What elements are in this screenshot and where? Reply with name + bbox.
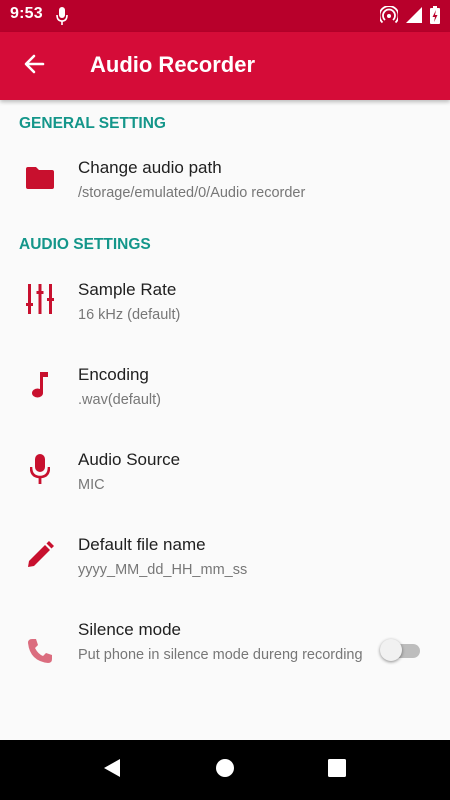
pref-title: Sample Rate xyxy=(78,280,177,299)
pref-title: Silence mode xyxy=(78,620,182,639)
pref-title: Audio Source xyxy=(78,450,181,469)
pref-sample-rate[interactable]: Sample Rate 16 kHz (default) xyxy=(0,262,450,342)
equalizer-icon xyxy=(24,283,56,315)
pref-summary: Put phone in silence mode dureng recordi… xyxy=(78,647,363,663)
pref-silence-mode[interactable]: Silence mode Put phone in silence mode d… xyxy=(0,602,450,702)
toggle-thumb xyxy=(380,639,402,661)
section-header-general: GENERAL SETTING xyxy=(19,115,166,132)
mic-icon xyxy=(56,7,68,30)
pref-title: Encoding xyxy=(78,365,149,384)
pref-default-file-name[interactable]: Default file name yyyy_MM_dd_HH_mm_ss xyxy=(0,517,450,597)
pref-summary: MIC xyxy=(78,477,105,493)
phone-icon xyxy=(24,635,56,667)
pref-summary: .wav(default) xyxy=(78,392,162,408)
home-circle-icon xyxy=(215,758,235,783)
status-time: 9:53 xyxy=(10,5,43,22)
battery-icon xyxy=(430,6,440,29)
signal-icon xyxy=(406,7,422,28)
mic-icon xyxy=(24,453,56,485)
section-header-audio: AUDIO SETTINGS xyxy=(19,236,151,253)
nav-home-button[interactable] xyxy=(211,758,239,782)
page-title: Audio Recorder xyxy=(90,52,256,77)
pref-summary: /storage/emulated/0/Audio recorder xyxy=(78,185,306,201)
hotspot-icon xyxy=(378,5,400,29)
pref-audio-path[interactable]: Change audio path /storage/emulated/0/Au… xyxy=(0,140,450,220)
back-button[interactable] xyxy=(14,46,54,86)
pencil-icon xyxy=(24,539,56,571)
back-triangle-icon xyxy=(102,758,122,783)
pref-summary: yyyy_MM_dd_HH_mm_ss xyxy=(78,562,248,578)
status-bar: 9:53 xyxy=(0,0,450,32)
music-note-icon xyxy=(24,369,56,401)
pref-audio-source[interactable]: Audio Source MIC xyxy=(0,432,450,512)
nav-back-button[interactable] xyxy=(98,758,126,782)
status-icons xyxy=(378,5,440,29)
nav-recents-button[interactable] xyxy=(323,758,351,782)
silence-mode-toggle[interactable] xyxy=(380,638,420,662)
pref-summary: 16 kHz (default) xyxy=(78,307,181,323)
arrow-back-icon xyxy=(23,53,45,80)
folder-icon xyxy=(24,162,56,194)
pref-title: Default file name xyxy=(78,535,206,554)
app-bar: Audio Recorder xyxy=(0,32,450,100)
system-nav-bar xyxy=(0,740,450,800)
pref-title: Change audio path xyxy=(78,158,222,177)
recents-square-icon xyxy=(328,758,346,782)
pref-encoding[interactable]: Encoding .wav(default) xyxy=(0,347,450,427)
